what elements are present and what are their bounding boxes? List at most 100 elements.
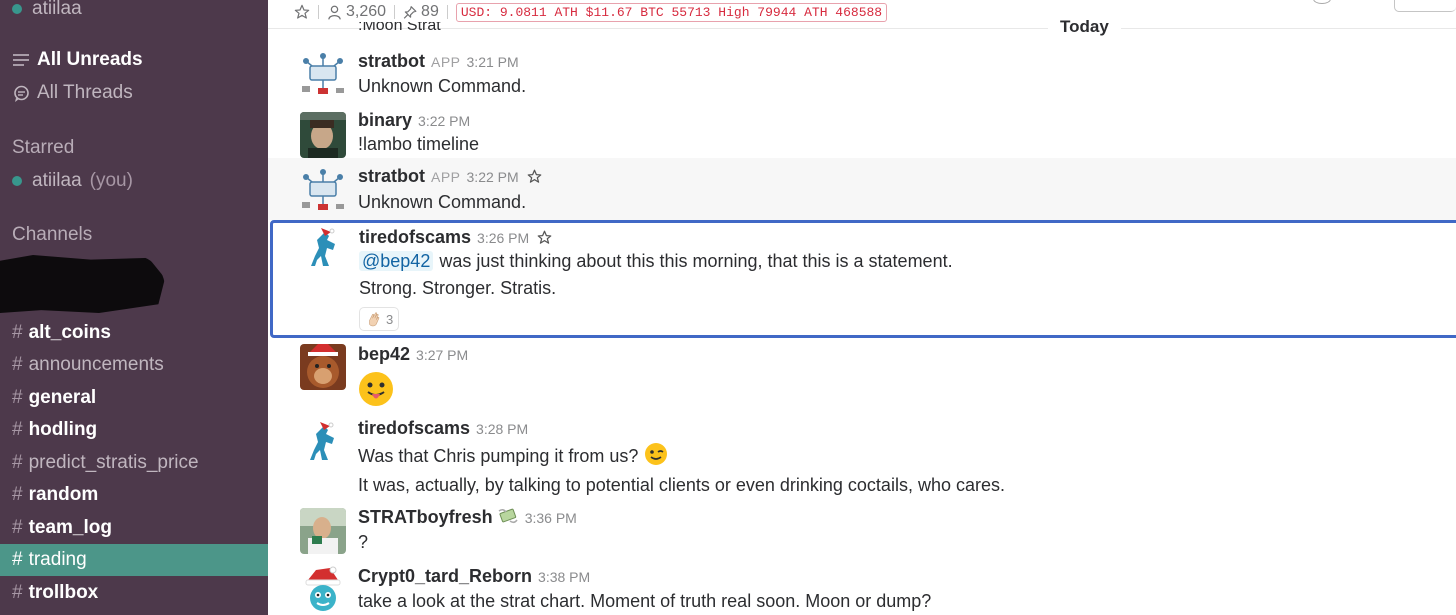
message-author[interactable]: stratbot APP 3:22 PM [358, 166, 542, 189]
avatar[interactable] [300, 344, 346, 390]
avatar[interactable] [301, 226, 347, 272]
horse-avatar-icon [301, 226, 347, 272]
sidebar-item-predict-stratis-price[interactable]: # predict_stratis_price [12, 448, 199, 478]
message-author[interactable]: bep42 3:27 PM [358, 344, 468, 365]
channels-header-label: Channels [12, 224, 93, 245]
author-name: tiredofscams [359, 227, 472, 247]
sidebar-item-all-threads[interactable]: All Threads [12, 78, 133, 108]
avatar[interactable] [300, 420, 346, 466]
message[interactable]: stratbot APP 3:21 PM Unknown Command. [268, 44, 1456, 102]
current-user-name: atiilaa [32, 0, 82, 19]
timestamp[interactable]: 3:28 PM [476, 421, 528, 437]
message-author[interactable]: STRATboyfresh 3:36 PM [358, 507, 577, 530]
message-text: Unknown Command. [358, 192, 527, 212]
sidebar-item-all-unreads[interactable]: All Unreads [12, 45, 143, 75]
sidebar: atiilaa All Unreads All Threads Starred … [0, 0, 268, 615]
sidebar-item-label: alt_coins [28, 322, 111, 343]
presence-dot-icon [12, 176, 22, 186]
message[interactable]: tiredofscams 3:28 PM Was that Chris pumpi… [268, 412, 1456, 504]
sidebar-item-label: trollbox [28, 582, 99, 603]
money-with-wings-icon [497, 507, 519, 530]
timestamp[interactable]: 3:36 PM [525, 510, 577, 526]
current-user[interactable]: atiilaa [12, 0, 82, 24]
author-name: tiredofscams [358, 418, 471, 438]
sidebar-item-announcements[interactable]: # announcements [12, 350, 164, 380]
sidebar-item-label: All Threads [37, 82, 133, 103]
app-badge: APP [431, 169, 461, 185]
avatar[interactable] [300, 508, 346, 554]
star-message-button[interactable] [527, 168, 542, 189]
crypt0-avatar-icon [300, 566, 346, 612]
message[interactable]: tiredofscams 3:26 PM @bep42 was just think… [270, 220, 1456, 338]
timestamp[interactable]: 3:21 PM [467, 54, 519, 70]
message[interactable]: STRATboyfresh 3:36 PM ? [268, 504, 1456, 560]
sidebar-item-hodling[interactable]: # hodling [12, 415, 97, 445]
star-icon [527, 169, 542, 183]
message-author[interactable]: stratbot APP 3:21 PM [358, 51, 519, 72]
message[interactable]: stratbot APP 3:22 PM Unknown Command. [268, 158, 1456, 220]
reaction-count: 3 [386, 311, 394, 327]
message-author[interactable]: tiredofscams 3:26 PM [359, 227, 552, 250]
sidebar-item-alt-coins[interactable]: # alt_coins [12, 318, 111, 348]
avatar[interactable] [300, 52, 346, 98]
hash-icon: # [12, 582, 23, 603]
starred-header[interactable]: Starred [12, 133, 74, 163]
starred-user-name: atiilaa [32, 170, 82, 191]
hash-icon: # [12, 452, 23, 473]
stratboyfresh-avatar-icon [300, 508, 346, 554]
avatar[interactable] [300, 112, 346, 158]
clap-hands-icon [369, 312, 380, 327]
author-name: Crypt0_tard_Reborn [358, 566, 533, 586]
timestamp[interactable]: 3:26 PM [477, 230, 529, 246]
sidebar-item-team-log[interactable]: # team_log [12, 513, 112, 543]
channels-header[interactable]: Channels [12, 220, 92, 250]
app-badge: APP [431, 54, 461, 70]
sidebar-item-label: All Unreads [37, 49, 143, 70]
message[interactable]: binary 3:22 PM !lambo timeline [268, 102, 1456, 158]
hash-icon: # [12, 549, 23, 570]
sidebar-item-trollbox[interactable]: # trollbox [12, 578, 98, 608]
redacted-channel [0, 255, 165, 313]
threads-icon [12, 84, 30, 102]
hash-icon: # [12, 484, 23, 505]
star-icon [537, 230, 552, 244]
timestamp[interactable]: 3:27 PM [416, 347, 468, 363]
message-text: Unknown Command. [358, 76, 527, 96]
hash-icon: # [12, 419, 23, 440]
sidebar-item-trading[interactable]: # trading [0, 544, 268, 576]
hash-icon: # [12, 354, 23, 375]
timestamp[interactable]: 3:22 PM [467, 169, 519, 185]
sidebar-item-label: announcements [28, 354, 164, 375]
hash-icon: # [12, 517, 23, 538]
sidebar-item-starred-user[interactable]: atiilaa (you) [12, 166, 133, 196]
star-message-button[interactable] [537, 229, 552, 250]
message[interactable]: bep42 3:27 PM [268, 340, 1456, 412]
user-mention[interactable]: @bep42 [359, 251, 434, 271]
message-text: !lambo timeline [358, 134, 480, 154]
author-name: stratbot [358, 51, 425, 71]
message-text-body: was just thinking about this this mornin… [439, 251, 953, 271]
avatar[interactable] [300, 168, 346, 214]
message-text: @bep42 was just thinking about this this … [359, 251, 953, 272]
list-icon [12, 51, 30, 69]
avatar[interactable] [300, 566, 346, 612]
timestamp[interactable]: 3:38 PM [538, 569, 590, 585]
horse-avatar-icon [300, 420, 346, 466]
sidebar-item-label: random [28, 484, 99, 505]
sidebar-item-random[interactable]: # random [12, 480, 98, 510]
sidebar-item-general[interactable]: # general [12, 383, 96, 413]
author-name: stratbot [358, 166, 425, 186]
author-name: binary [358, 110, 413, 130]
message-text: It was, actually, by talking to potentia… [358, 475, 1005, 495]
hash-icon: # [12, 387, 23, 408]
starred-header-label: Starred [12, 137, 75, 158]
reaction-button[interactable]: 3 [359, 307, 400, 331]
timestamp[interactable]: 3:22 PM [418, 113, 470, 129]
message-author[interactable]: tiredofscams 3:28 PM [358, 418, 528, 439]
message-author[interactable]: binary 3:22 PM [358, 110, 470, 131]
stratbot-avatar-icon [300, 52, 346, 98]
sidebar-item-label: general [28, 387, 97, 408]
message[interactable]: Crypt0_tard_Reborn 3:38 PM take a look at… [268, 560, 1456, 615]
stratbot-avatar-icon [300, 168, 346, 214]
message-author[interactable]: Crypt0_tard_Reborn 3:38 PM [358, 566, 590, 587]
